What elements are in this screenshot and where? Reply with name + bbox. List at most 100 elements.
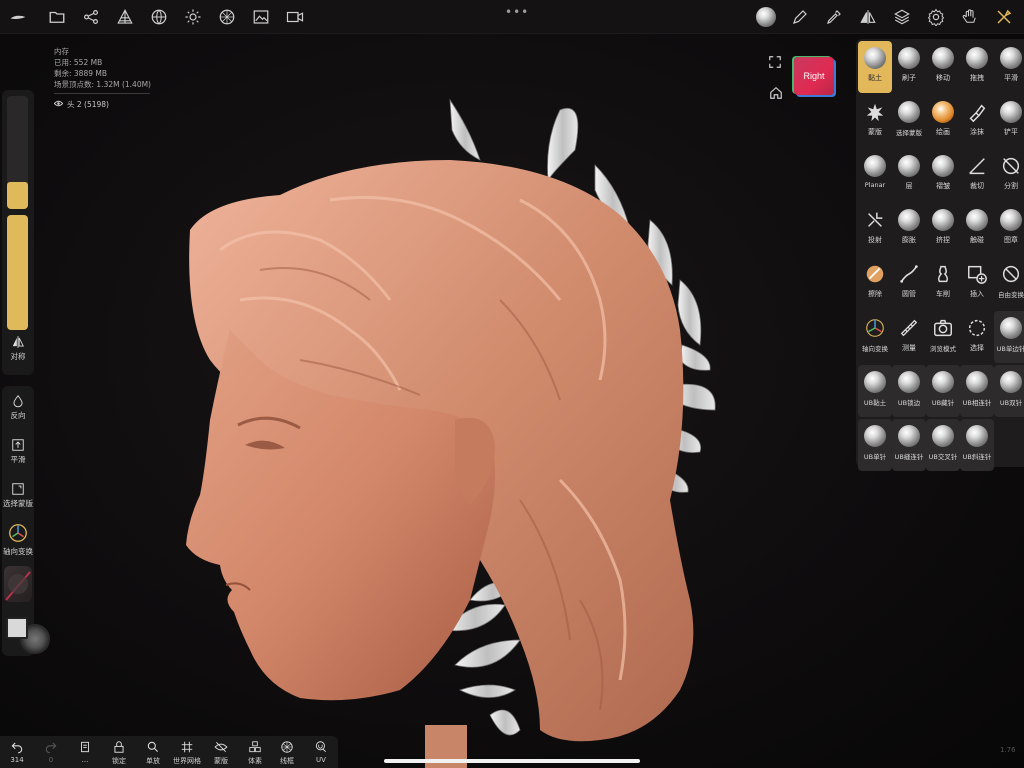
home-icon[interactable] [769, 85, 783, 99]
tool-planar-ball-10[interactable]: Planar [858, 149, 892, 201]
mask-box-icon [12, 483, 24, 495]
more-button[interactable]: ... [70, 740, 100, 764]
tool-ub-ball-37[interactable]: UB交叉针 [926, 419, 960, 471]
mask-select-button[interactable]: 选择蒙版 [2, 482, 34, 509]
lock-button[interactable]: 锁定 [104, 740, 134, 766]
transform-icon [1000, 263, 1022, 285]
tool-paint-ball-7[interactable]: 绘画 [926, 95, 960, 147]
single-button[interactable]: 单放 [138, 740, 168, 766]
tool-project-15[interactable]: 投射 [858, 203, 892, 255]
tool-insert-23[interactable]: 插入 [960, 257, 994, 309]
mask-select-label: 选择蒙版 [3, 499, 33, 508]
voxel-icon [249, 741, 261, 753]
eyedropper-icon[interactable] [822, 5, 846, 29]
tool-smudge-8[interactable]: 涂抹 [960, 95, 994, 147]
topology-icon[interactable] [113, 5, 137, 29]
world-grid-button[interactable]: 世界网格 [172, 740, 202, 766]
tool-camera-27[interactable]: 浏览模式 [926, 311, 960, 363]
smooth-button[interactable]: 平滑 [2, 438, 34, 465]
brush-size-slider[interactable] [7, 96, 28, 209]
alpha-stroke-button[interactable] [4, 566, 32, 602]
tool-stamp-ball-19[interactable]: 图章 [994, 203, 1024, 255]
tool-flatten-ball-9[interactable]: 铲平 [994, 95, 1024, 147]
tool-move-ball-2[interactable]: 移动 [926, 41, 960, 93]
top-toolbar: ••• [0, 0, 1024, 34]
tool-ub-ball-36[interactable]: UB缝连针 [892, 419, 926, 471]
fullscreen-icon[interactable] [768, 54, 782, 68]
tool-label: 拖拽 [970, 74, 984, 82]
tool-ub-ball-33[interactable]: UB相连针 [960, 365, 994, 417]
ub-ball-icon [864, 371, 886, 393]
matcap-ball-icon[interactable] [754, 5, 778, 29]
tool-layer-ball-11[interactable]: 层 [892, 149, 926, 201]
symmetry-button[interactable]: 对称 [2, 335, 34, 362]
object-row[interactable]: 头 2 (5198) [53, 99, 151, 110]
tool-twist-ball-18[interactable]: 触碰 [960, 203, 994, 255]
tool-ub-ball-35[interactable]: UB单针 [858, 419, 892, 471]
tool-label: 褶皱 [936, 182, 950, 190]
tool-ub-ball-34[interactable]: UB双针 [994, 365, 1024, 417]
tool-transform-24[interactable]: 自由变换 [994, 257, 1024, 309]
app-menu-icon[interactable] [6, 5, 30, 29]
home-indicator[interactable] [384, 759, 640, 763]
tool-mask-splat-5[interactable]: 蒙版 [858, 95, 892, 147]
tool-drag-ball-3[interactable]: 拖拽 [960, 41, 994, 93]
ub-ball-icon [1000, 317, 1022, 339]
gesture-hand-icon[interactable] [958, 5, 982, 29]
tool-ub-ball-31[interactable]: UB锁边 [892, 365, 926, 417]
tool-measure-26[interactable]: 测量 [892, 311, 926, 363]
tool-gizmo-25[interactable]: 轴向变换 [858, 311, 892, 363]
tool-clay-ball-0[interactable]: 黏土 [858, 41, 892, 93]
tool-ub-ball-38[interactable]: UB斜连针 [960, 419, 994, 471]
tool-eraser-20[interactable]: 擦除 [858, 257, 892, 309]
color-swatch[interactable] [6, 617, 28, 639]
tool-select-mask-ball-6[interactable]: 选择蒙版 [892, 95, 926, 147]
uv-button[interactable]: UV [306, 740, 336, 764]
tool-inflate-ball-16[interactable]: 膨胀 [892, 203, 926, 255]
tool-brush-ball-1[interactable]: 刷子 [892, 41, 926, 93]
eye-icon[interactable] [53, 99, 64, 110]
voxel-label: 体素 [248, 757, 262, 765]
navigation-cube[interactable]: Right [794, 57, 834, 95]
select-mask-ball-icon [898, 101, 920, 123]
pencil-icon[interactable] [788, 5, 812, 29]
tool-tube-21[interactable]: 圆管 [892, 257, 926, 309]
tool-split-14[interactable]: 分割 [994, 149, 1024, 201]
folder-icon[interactable] [45, 5, 69, 29]
wireframe-button[interactable]: 线框 [272, 740, 302, 766]
tool-label: UB藏针 [931, 399, 955, 407]
undo-button[interactable]: 314 [2, 740, 32, 764]
scene-graph-icon[interactable] [79, 5, 103, 29]
gizmo-button[interactable]: 轴向变换 [2, 522, 34, 557]
image-icon[interactable] [249, 5, 273, 29]
video-icon[interactable] [283, 5, 307, 29]
mask-visibility-button[interactable]: 蒙版 [206, 740, 236, 766]
twist-ball-icon [966, 209, 988, 231]
tool-ub-ball-32[interactable]: UB藏针 [926, 365, 960, 417]
lock-label: 锁定 [112, 757, 126, 765]
tool-ub-ball-29[interactable]: UB单边针 [994, 311, 1024, 363]
globe-icon[interactable] [147, 5, 171, 29]
tools-icon[interactable] [992, 5, 1016, 29]
redo-button[interactable]: 0 [36, 740, 66, 764]
tool-ub-ball-30[interactable]: UB黏土 [858, 365, 892, 417]
ub-ball-icon [966, 425, 988, 447]
material-icon[interactable] [215, 5, 239, 29]
more-dots-icon[interactable]: ••• [505, 5, 529, 19]
tool-smooth-ball-4[interactable]: 平滑 [994, 41, 1024, 93]
gear-icon[interactable] [924, 5, 948, 29]
invert-button[interactable]: 反向 [2, 394, 34, 421]
mask-splat-icon [864, 101, 886, 123]
tool-label: 圆管 [902, 290, 916, 298]
tool-pinch-ball-17[interactable]: 挤捏 [926, 203, 960, 255]
version-label: 1.76 [1000, 746, 1016, 754]
tool-select-lasso-28[interactable]: 选择 [960, 311, 994, 363]
symmetry-icon[interactable] [856, 5, 880, 29]
sun-icon[interactable] [181, 5, 205, 29]
voxel-button[interactable]: 体素 [240, 740, 270, 766]
layers-icon[interactable] [890, 5, 914, 29]
tool-lathe-22[interactable]: 车削 [926, 257, 960, 309]
brush-intensity-slider[interactable] [7, 215, 28, 330]
tool-trim-13[interactable]: 裁切 [960, 149, 994, 201]
tool-crease-ball-12[interactable]: 褶皱 [926, 149, 960, 201]
